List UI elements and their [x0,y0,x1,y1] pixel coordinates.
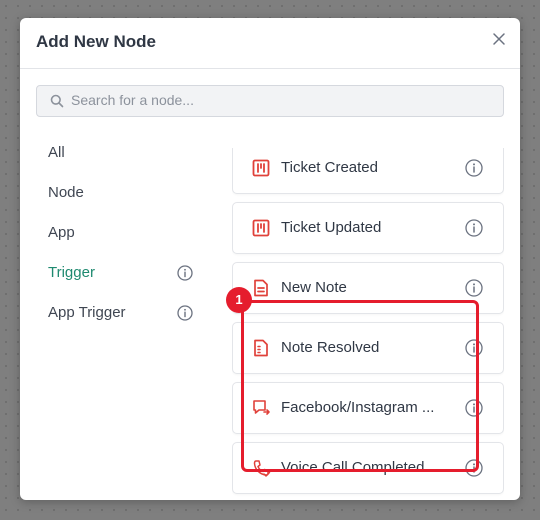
sidebar-item-trigger[interactable]: Trigger [48,264,198,284]
node-search [36,85,504,117]
ticket-icon [252,219,270,237]
node-label: Ticket Created [281,159,378,176]
dialog-title: Add New Node [36,32,156,51]
info-icon[interactable] [177,265,193,281]
node-card-ticket-created[interactable]: Ticket Created [232,148,504,194]
annotation-badge: 1 [226,287,252,313]
sidebar-item-label: App Trigger [48,304,126,321]
info-icon[interactable] [465,279,483,297]
ticket-icon [252,159,270,177]
dialog-header: Add New Node [20,18,520,69]
node-label: New Note [281,279,347,296]
close-button[interactable] [490,30,508,48]
sidebar-item-app[interactable]: App [48,224,198,244]
info-icon[interactable] [465,159,483,177]
sidebar-item-label: All [48,144,65,161]
sidebar-item-all[interactable]: All [48,144,198,164]
note-icon [254,279,268,297]
search-icon [50,94,64,108]
annotation-highlight-box [241,300,479,472]
info-icon[interactable] [177,305,193,321]
sidebar-item-label: App [48,224,75,241]
close-icon [493,33,505,45]
sidebar-item-label: Trigger [48,264,95,281]
sidebar-item-app-trigger[interactable]: App Trigger [48,304,198,324]
info-icon[interactable] [465,219,483,237]
node-card-ticket-updated[interactable]: Ticket Updated [232,202,504,254]
node-label: Ticket Updated [281,219,382,236]
sidebar-item-label: Node [48,184,84,201]
search-input[interactable] [71,86,491,114]
sidebar-item-node[interactable]: Node [48,184,198,204]
